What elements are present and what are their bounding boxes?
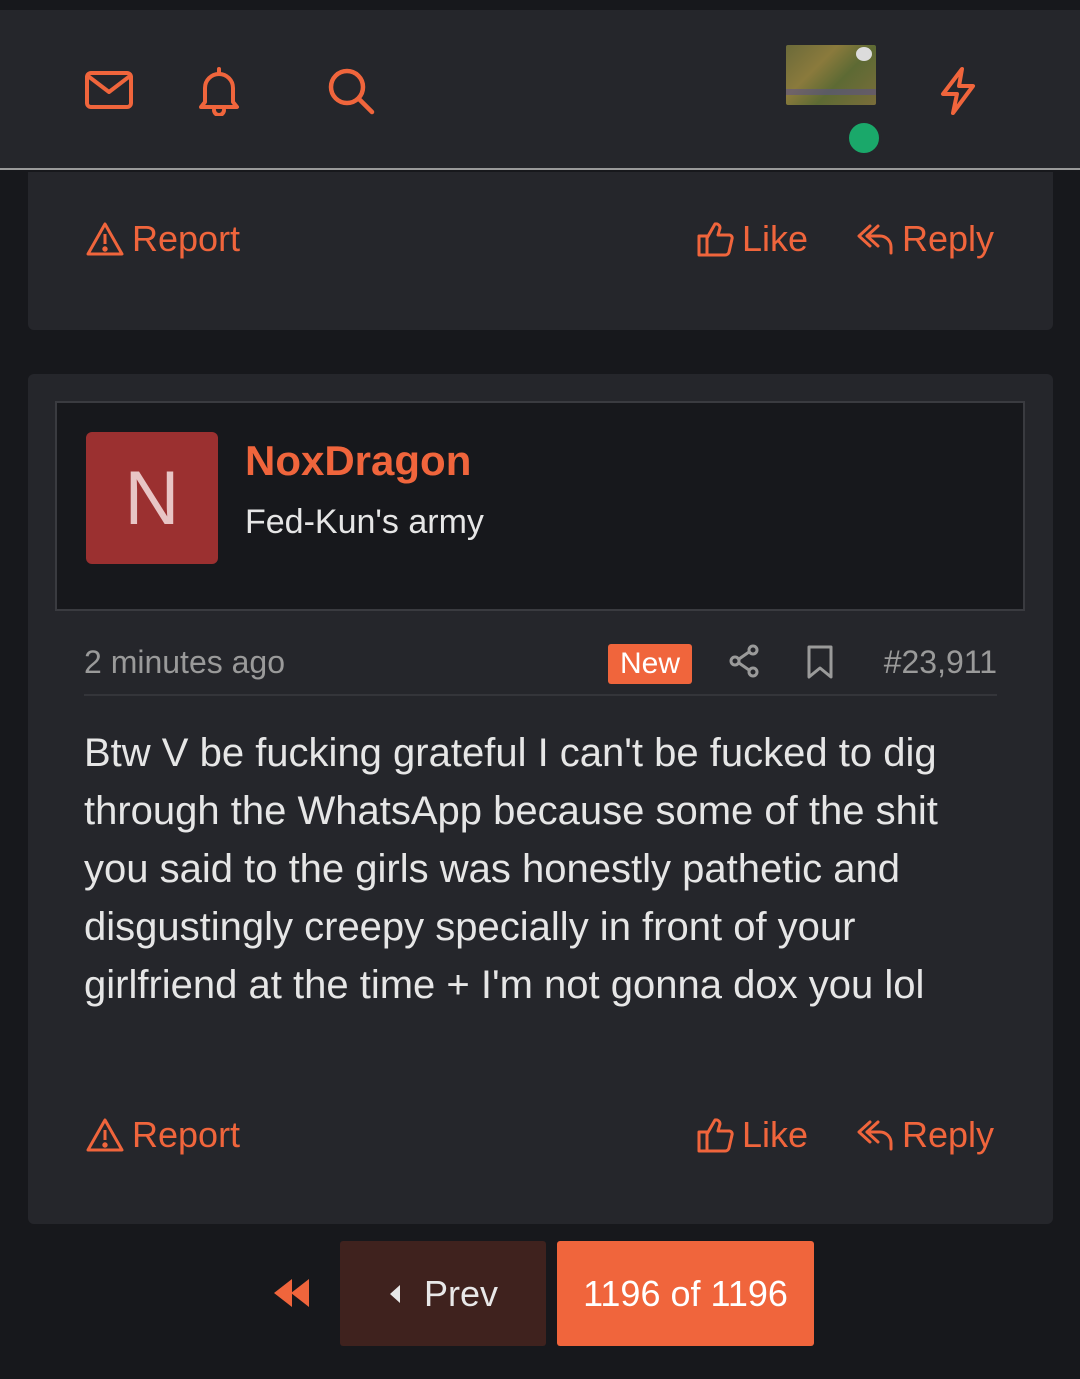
post-card: N NoxDragon Fed-Kun's army 2 minutes ago…: [28, 374, 1053, 1224]
report-label: Report: [132, 1114, 241, 1155]
reply-icon: [857, 1120, 893, 1151]
bookmark-icon[interactable]: [805, 644, 835, 685]
share-icon[interactable]: [728, 644, 760, 683]
thumbs-up-icon: [697, 222, 734, 257]
post-number[interactable]: #23,911: [884, 644, 997, 681]
report-label: Report: [132, 218, 241, 259]
mail-icon[interactable]: [84, 70, 134, 110]
user-avatar[interactable]: N: [86, 432, 218, 564]
warning-icon: [86, 1118, 124, 1152]
report-button[interactable]: Report: [86, 1114, 240, 1156]
reply-label: Reply: [902, 1114, 995, 1155]
first-page-icon[interactable]: [272, 1276, 312, 1315]
like-label: Like: [742, 218, 809, 259]
reply-button[interactable]: Reply: [856, 1114, 994, 1156]
bell-icon[interactable]: [196, 66, 242, 116]
like-label: Like: [742, 1114, 809, 1155]
user-avatar-thumbnail[interactable]: [786, 45, 876, 105]
report-button[interactable]: Report: [86, 218, 240, 260]
thumbs-up-icon: [697, 1118, 734, 1153]
user-info-box: N NoxDragon Fed-Kun's army: [55, 401, 1025, 611]
reply-label: Reply: [902, 218, 995, 259]
post-timestamp[interactable]: 2 minutes ago: [84, 644, 285, 681]
lightning-icon[interactable]: [938, 66, 978, 116]
online-status-indicator: [846, 120, 882, 156]
avatar-letter: N: [124, 455, 180, 541]
prev-label: Prev: [423, 1272, 499, 1314]
user-title: Fed-Kun's army: [245, 503, 484, 541]
navbar: [0, 10, 1080, 170]
search-icon[interactable]: [326, 66, 376, 116]
post-body: Btw V be fucking grateful I can't be fuc…: [84, 731, 938, 1007]
post-meta: 2 minutes ago New #23,911: [84, 640, 997, 696]
new-badge: New: [608, 644, 693, 684]
reply-button[interactable]: Reply: [856, 218, 994, 260]
prev-page-button[interactable]: Prev: [340, 1241, 546, 1346]
page-indicator-label: 1196 of 1196: [583, 1272, 788, 1314]
warning-icon: [86, 222, 124, 256]
top-strip: [0, 0, 1080, 10]
caret-left-icon: [389, 1284, 400, 1303]
reply-icon: [857, 224, 893, 255]
like-button[interactable]: Like: [696, 218, 808, 260]
like-button[interactable]: Like: [696, 1114, 808, 1156]
username[interactable]: NoxDragon: [245, 437, 471, 485]
page-indicator-button[interactable]: 1196 of 1196: [557, 1241, 814, 1346]
previous-post-card: Report Like Reply: [28, 172, 1053, 330]
